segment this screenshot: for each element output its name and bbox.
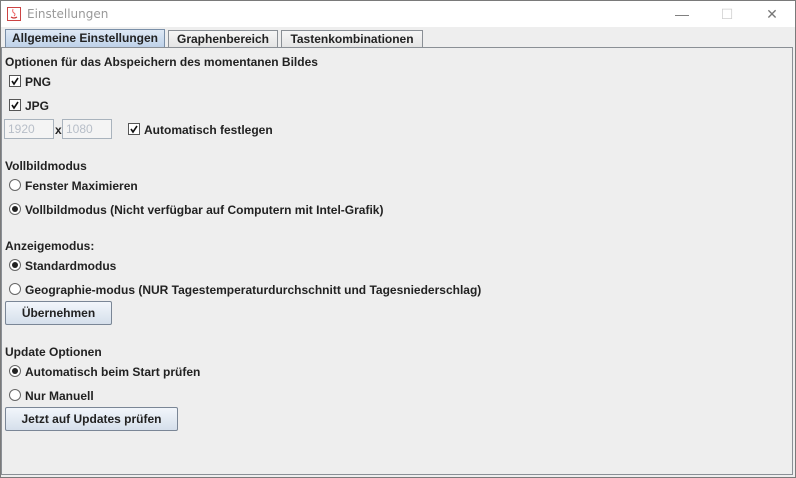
java-app-icon: [7, 7, 21, 21]
auto-update-label: Automatisch beim Start prüfen: [25, 365, 201, 379]
png-label: PNG: [25, 75, 52, 89]
png-checkbox[interactable]: [9, 75, 21, 87]
standardmodus-label: Standardmodus: [25, 259, 117, 273]
tab-tastenkombinationen[interactable]: Tastenkombinationen: [281, 30, 423, 47]
window-title: Einstellungen: [27, 7, 109, 21]
fullscreen-heading: Vollbildmodus: [5, 159, 87, 173]
radio-auto-update[interactable]: [9, 365, 21, 377]
minimize-button[interactable]: —: [659, 1, 705, 27]
checkmark-icon: [11, 101, 19, 110]
jpg-label: JPG: [25, 99, 50, 113]
height-field[interactable]: 1080: [62, 119, 112, 139]
image-save-heading: Optionen für das Abspeichern des momenta…: [5, 55, 318, 69]
title-bar[interactable]: Einstellungen — ☐ ✕: [1, 1, 795, 27]
geographie-modus-label: Geographie-modus (NUR Tagestemperaturdur…: [25, 283, 482, 297]
radio-vollbildmodus[interactable]: [9, 203, 21, 215]
vollbildmodus-label: Vollbildmodus (Nicht verfügbar auf Compu…: [25, 203, 384, 217]
manual-update-label: Nur Manuell: [25, 389, 94, 403]
radio-standardmodus[interactable]: [9, 259, 21, 271]
apply-button[interactable]: Übernehmen: [5, 301, 112, 325]
radio-manual-update[interactable]: [9, 389, 21, 401]
tab-graphenbereich[interactable]: Graphenbereich: [168, 30, 278, 47]
checkmark-icon: [11, 77, 19, 86]
display-mode-heading: Anzeigemodus:: [5, 239, 95, 253]
radio-geographie-modus[interactable]: [9, 283, 21, 295]
maximize-button[interactable]: ☐: [704, 1, 750, 27]
check-updates-button[interactable]: Jetzt auf Updates prüfen: [5, 407, 178, 431]
fenster-maximieren-label: Fenster Maximieren: [25, 179, 138, 193]
auto-size-checkbox[interactable]: [128, 123, 140, 135]
radio-fenster-maximieren[interactable]: [9, 179, 21, 191]
tab-bar: Allgemeine Einstellungen Graphenbereich …: [1, 29, 795, 48]
jpg-checkbox[interactable]: [9, 99, 21, 111]
tab-allgemeine-einstellungen[interactable]: Allgemeine Einstellungen: [5, 29, 165, 48]
settings-window: Einstellungen — ☐ ✕ Allgemeine Einstellu…: [0, 0, 796, 478]
checkmark-icon: [130, 125, 138, 134]
auto-size-label: Automatisch festlegen: [144, 123, 273, 137]
dimension-separator: x: [55, 123, 62, 137]
update-options-heading: Update Optionen: [5, 345, 102, 359]
width-field[interactable]: 1920: [4, 119, 54, 139]
settings-panel: Optionen für das Abspeichern des momenta…: [1, 47, 793, 475]
close-button[interactable]: ✕: [749, 1, 795, 27]
